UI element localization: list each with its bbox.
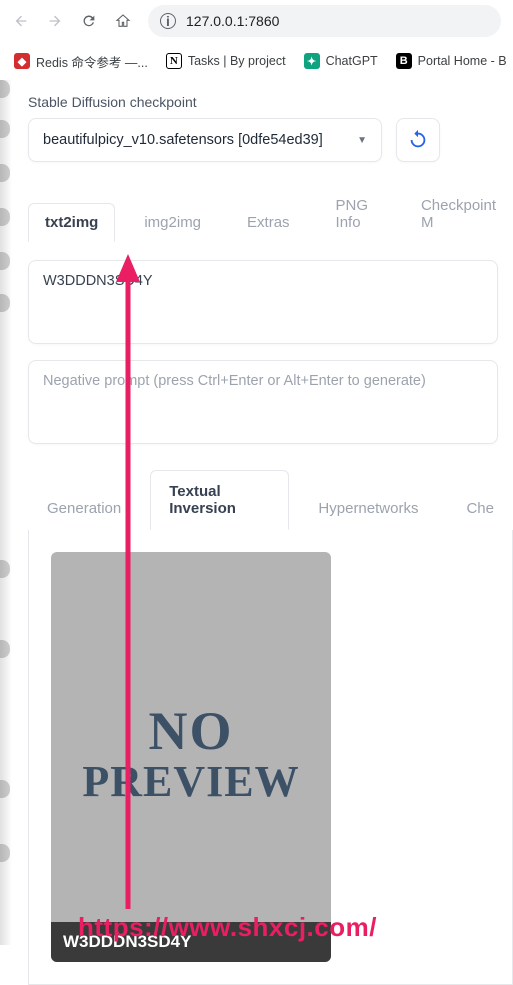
back-button[interactable] [12, 12, 30, 30]
browser-toolbar: i 127.0.0.1:7860 [0, 0, 513, 42]
chevron-down-icon: ▼ [357, 135, 367, 146]
left-window-edge [0, 80, 12, 945]
bookmark-portal[interactable]: B Portal Home - B [396, 53, 507, 69]
subtab-textual-inversion[interactable]: Textual Inversion [150, 470, 289, 530]
extra-networks-tabs: Generation Textual Inversion Hypernetwor… [28, 470, 513, 530]
reload-button[interactable] [80, 12, 98, 30]
subtab-checkpoints[interactable]: Che [447, 487, 513, 530]
bookmark-chatgpt[interactable]: ✦ ChatGPT [304, 53, 378, 69]
address-bar[interactable]: i 127.0.0.1:7860 [148, 5, 501, 37]
notion-icon: N [166, 53, 182, 69]
site-info-icon[interactable]: i [160, 13, 176, 29]
checkpoint-label: Stable Diffusion checkpoint [28, 94, 513, 110]
subtab-generation[interactable]: Generation [28, 487, 140, 530]
negative-prompt-textarea[interactable]: Negative prompt (press Ctrl+Enter or Alt… [28, 360, 498, 444]
bookmarks-bar: ◆ Redis 命令参考 —... N Tasks | By project ✦… [0, 42, 513, 80]
no-preview-placeholder: NO PREVIEW [82, 707, 299, 807]
app-content: Stable Diffusion checkpoint beautifulpic… [0, 80, 513, 985]
tab-pnginfo[interactable]: PNG Info [319, 186, 392, 242]
portal-icon: B [396, 53, 412, 69]
card-label: W3DDDN3SD4Y [51, 922, 331, 962]
cards-container: NO PREVIEW W3DDDN3SD4Y [28, 530, 513, 985]
extra-networks-panel: Generation Textual Inversion Hypernetwor… [28, 470, 513, 985]
subtab-hypernetworks[interactable]: Hypernetworks [299, 487, 437, 530]
home-button[interactable] [114, 12, 132, 30]
refresh-checkpoints-button[interactable] [396, 118, 440, 162]
forward-button[interactable] [46, 12, 64, 30]
tab-txt2img[interactable]: txt2img [28, 203, 115, 242]
refresh-icon [407, 129, 429, 151]
main-tabs: txt2img img2img Extras PNG Info Checkpoi… [28, 186, 513, 242]
checkpoint-row: beautifulpicy_v10.safetensors [0dfe54ed3… [28, 118, 513, 162]
bookmark-notion[interactable]: N Tasks | By project [166, 53, 286, 69]
prompt-textarea[interactable]: W3DDDN3SD4Y [28, 260, 498, 344]
chatgpt-icon: ✦ [304, 53, 320, 69]
url-text: 127.0.0.1:7860 [186, 13, 279, 29]
checkpoint-value: beautifulpicy_v10.safetensors [0dfe54ed3… [43, 132, 323, 148]
tab-extras[interactable]: Extras [230, 203, 307, 242]
checkpoint-select[interactable]: beautifulpicy_v10.safetensors [0dfe54ed3… [28, 118, 382, 162]
tab-checkpoint-merger[interactable]: Checkpoint M [404, 186, 513, 242]
redis-icon: ◆ [14, 53, 30, 69]
tab-img2img[interactable]: img2img [127, 203, 218, 242]
embedding-card[interactable]: NO PREVIEW W3DDDN3SD4Y [51, 552, 331, 962]
bookmark-redis[interactable]: ◆ Redis 命令参考 —... [14, 52, 148, 71]
